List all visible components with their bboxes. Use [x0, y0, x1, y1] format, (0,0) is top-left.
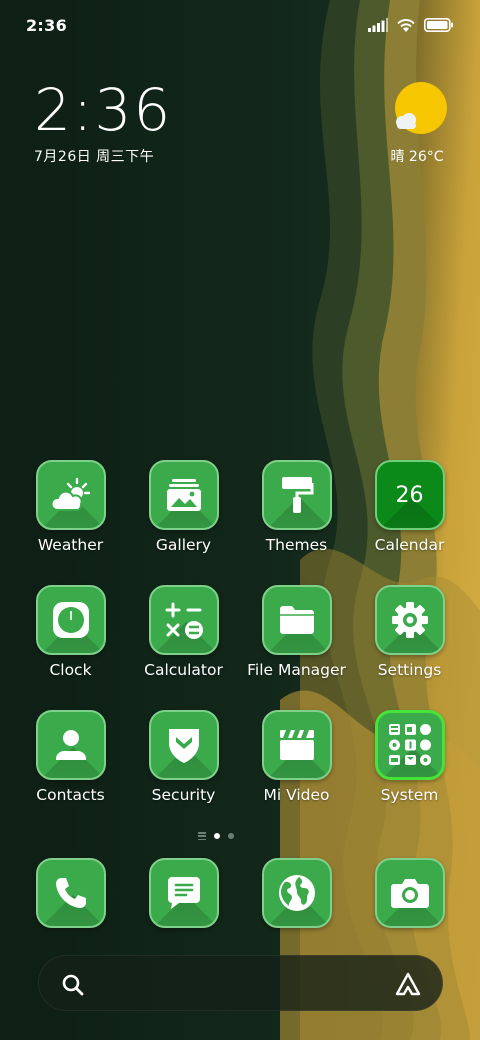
- app-label: Security: [151, 786, 216, 804]
- app-weather[interactable]: Weather: [14, 460, 127, 570]
- app-label: Clock: [49, 661, 92, 679]
- dock-messages[interactable]: [127, 858, 240, 934]
- app-label: Calendar: [374, 536, 445, 554]
- folder-grid-icon: [374, 710, 445, 780]
- app-calendar[interactable]: 26 Calendar: [353, 460, 466, 570]
- weather-icon: [35, 460, 106, 530]
- app-label: Calculator: [144, 661, 223, 679]
- app-clock[interactable]: Clock: [14, 585, 127, 695]
- app-label: System: [380, 786, 439, 804]
- sunny-cloud-icon: [389, 82, 447, 138]
- page-dot: [228, 833, 234, 839]
- page-indicator[interactable]: [198, 830, 258, 842]
- clock-widget-time: 2:36: [34, 76, 173, 144]
- phone-icon: [35, 858, 106, 928]
- search-icon[interactable]: [61, 973, 85, 997]
- app-label: Settings: [377, 661, 442, 679]
- clapperboard-icon: [261, 710, 332, 780]
- signal-icon: [368, 18, 388, 32]
- calendar-day: 26: [395, 482, 424, 508]
- app-contacts[interactable]: Contacts: [14, 710, 127, 820]
- gallery-icon: [148, 460, 219, 530]
- status-time: 2:36: [26, 15, 67, 35]
- calculator-icon: [148, 585, 219, 655]
- dock-phone[interactable]: [14, 858, 127, 934]
- app-label: File Manager: [247, 661, 346, 679]
- app-mi-video[interactable]: Mi Video: [240, 710, 353, 820]
- clock-icon: [35, 585, 106, 655]
- status-bar: 2:36: [0, 0, 480, 50]
- gear-icon: [374, 585, 445, 655]
- shield-icon: [148, 710, 219, 780]
- battery-icon: [424, 18, 453, 32]
- app-label: Themes: [265, 536, 328, 554]
- message-icon: [148, 858, 219, 928]
- wifi-icon: [397, 18, 415, 32]
- page-dot-active: [214, 833, 220, 839]
- clock-widget-date: 7月26日 周三下午: [34, 149, 155, 165]
- app-file-manager[interactable]: File Manager: [240, 585, 353, 695]
- search-bar[interactable]: [38, 955, 443, 1011]
- status-icons: [368, 18, 454, 33]
- paint-roller-icon: [261, 460, 332, 530]
- clock-widget[interactable]: 2:36 7月26日 周三下午: [34, 78, 172, 166]
- calendar-icon: 26: [374, 460, 445, 530]
- person-icon: [35, 710, 106, 780]
- app-themes[interactable]: Themes: [240, 460, 353, 570]
- app-security[interactable]: Security: [127, 710, 240, 820]
- app-settings[interactable]: Settings: [353, 585, 466, 695]
- weather-text: 晴 26°C: [390, 149, 444, 165]
- globe-icon: [261, 858, 332, 928]
- dock-browser[interactable]: [240, 858, 353, 934]
- app-gallery[interactable]: Gallery: [127, 460, 240, 570]
- app-label: Mi Video: [263, 786, 330, 804]
- app-label: Contacts: [36, 786, 105, 804]
- weather-widget[interactable]: 晴 26°C: [384, 82, 450, 166]
- folder-icon: [261, 585, 332, 655]
- assistant-icon[interactable]: [394, 971, 422, 997]
- dock-camera[interactable]: [353, 858, 466, 934]
- app-label: Weather: [37, 536, 104, 554]
- app-label: Gallery: [155, 536, 212, 554]
- app-calculator[interactable]: Calculator: [127, 585, 240, 695]
- camera-icon: [374, 858, 445, 928]
- page-indicator-menu-icon: [198, 832, 206, 840]
- app-system[interactable]: System: [353, 710, 466, 820]
- dock: [0, 858, 480, 934]
